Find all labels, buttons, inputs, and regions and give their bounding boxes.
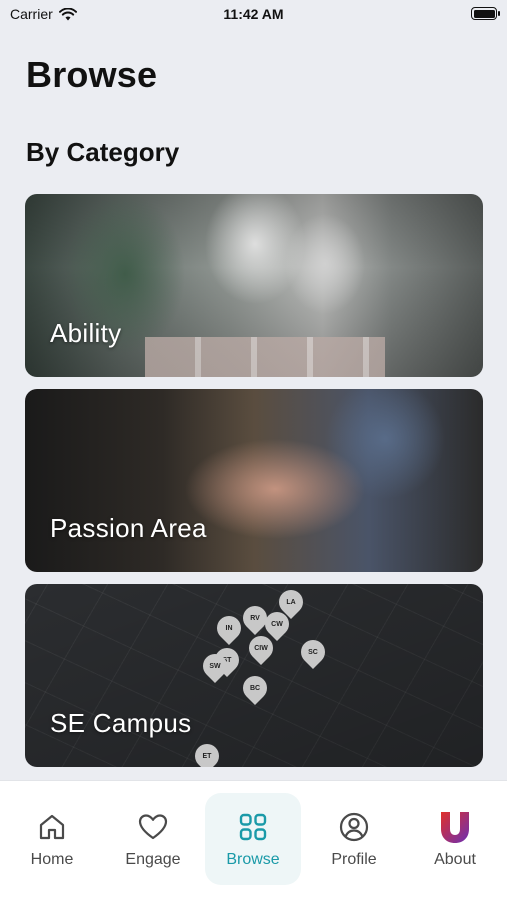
- tab-home[interactable]: Home: [4, 793, 100, 885]
- tab-label: Profile: [331, 851, 377, 868]
- tab-label: Engage: [125, 851, 181, 868]
- category-card-label: Passion Area: [50, 513, 207, 543]
- bottom-tab-bar: Home Engage Browse Profile About: [0, 780, 507, 900]
- tab-engage[interactable]: Engage: [105, 793, 201, 885]
- map-pin: CIW: [244, 631, 278, 665]
- category-card-se-campus[interactable]: LA RV CW IN CIW SC ST SW BC ET SE Campus: [25, 584, 483, 767]
- tab-browse[interactable]: Browse: [205, 793, 301, 885]
- tab-label: Browse: [226, 851, 280, 868]
- category-card-passion-area[interactable]: Passion Area: [25, 389, 483, 572]
- user-circle-icon: [339, 812, 369, 842]
- section-title: By Category: [26, 137, 180, 167]
- category-card-label: SE Campus: [50, 708, 192, 738]
- heart-icon: [138, 814, 168, 840]
- category-card-ability[interactable]: Ability: [25, 194, 483, 377]
- map-pin: SC: [296, 635, 330, 669]
- status-bar: Carrier 11:42 AM: [0, 0, 507, 28]
- battery-icon: [471, 7, 500, 20]
- map-pin: BC: [238, 671, 272, 705]
- ability-card-image: [25, 194, 483, 377]
- grid-icon: [239, 813, 267, 841]
- map-pin: SW: [198, 649, 232, 683]
- passion-area-card-image: [25, 389, 483, 572]
- home-icon: [39, 814, 65, 840]
- category-card-label: Ability: [50, 318, 122, 348]
- map-pin: IN: [212, 611, 246, 645]
- map-pin: ET: [190, 739, 224, 767]
- category-list: Ability Passion Area LA RV CW IN CIW SC …: [25, 194, 483, 779]
- tab-label: About: [434, 851, 476, 868]
- tab-label: Home: [30, 851, 74, 868]
- app-logo-icon: [441, 812, 469, 843]
- page-title: Browse: [26, 54, 158, 95]
- tab-profile[interactable]: Profile: [306, 793, 402, 885]
- tab-about[interactable]: About: [407, 793, 503, 885]
- status-time: 11:42 AM: [223, 6, 284, 22]
